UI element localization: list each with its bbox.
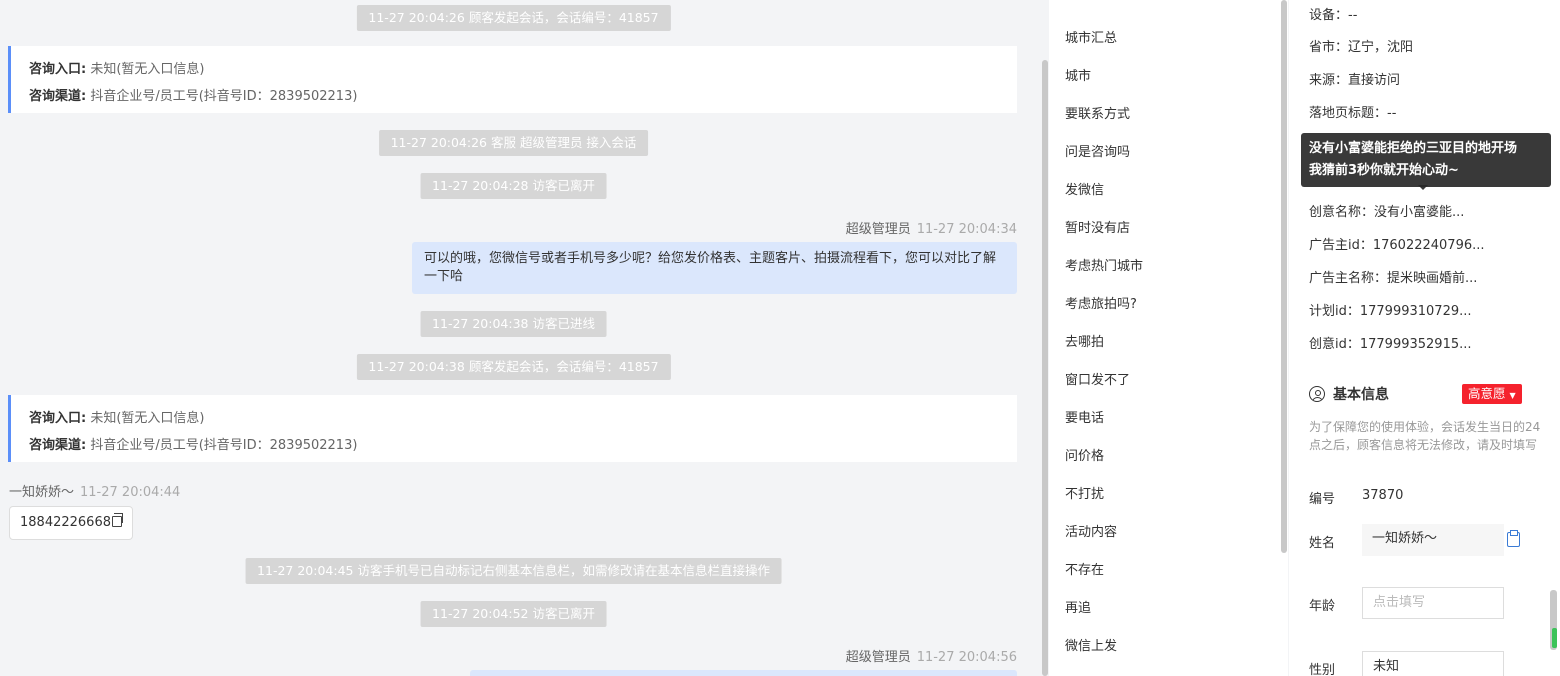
quick-reply-item[interactable]: 再追 bbox=[1065, 597, 1091, 616]
channel-value: 抖音企业号/员工号(抖音号ID：2839502213) bbox=[90, 89, 358, 104]
caret-down-icon: ▼ bbox=[1509, 391, 1516, 400]
system-message: 11-27 20:04:45 访客手机号已自动标记右侧基本信息栏，如需修改请在基… bbox=[245, 558, 782, 584]
intent-badge-label: 高意愿 bbox=[1468, 386, 1506, 401]
chat-panel: 11-27 20:04:26 顾客发起会话，会话编号：41857 咨询入口: 未… bbox=[0, 0, 1027, 676]
landing-title-info: 落地页标题：-- bbox=[1309, 106, 1397, 121]
quick-reply-item[interactable]: 窗口发不了 bbox=[1065, 369, 1130, 388]
gender-select[interactable]: 未知 bbox=[1362, 651, 1504, 676]
tooltip-arrow bbox=[1418, 185, 1428, 190]
message-time: 11-27 20:04:34 bbox=[916, 222, 1017, 237]
visitor-name: 一知娇娇～ bbox=[9, 485, 75, 500]
phone-number: 18842226668 bbox=[20, 515, 111, 530]
quick-reply-item[interactable]: 发微信 bbox=[1065, 179, 1104, 198]
quick-reply-item[interactable]: 活动内容 bbox=[1065, 521, 1117, 540]
basic-info-title: 基本信息 bbox=[1333, 387, 1389, 403]
quick-reply-item[interactable]: 要电话 bbox=[1065, 407, 1104, 426]
advertiser-id-info[interactable]: 广告主id：176022240796... bbox=[1309, 234, 1485, 253]
outgoing-message: 可以的哦，您微信号或者手机号多少呢？给您发价格表、主题客片、拍摄流程看下，您可以… bbox=[412, 242, 1017, 294]
gender-label: 性别 bbox=[1309, 663, 1336, 676]
quick-reply-item[interactable]: 考虑热门城市 bbox=[1065, 255, 1143, 274]
system-message: 11-27 20:04:52 访客已离开 bbox=[420, 601, 607, 627]
creative-id-info[interactable]: 创意id：177999352915... bbox=[1309, 333, 1472, 352]
quick-reply-item[interactable]: 问价格 bbox=[1065, 445, 1104, 464]
incoming-message[interactable]: 18842226668 bbox=[9, 506, 133, 540]
creative-name-tooltip: 没有小富婆能拒绝的三亚目的地开场 我猜前3秒你就开始心动~ bbox=[1301, 133, 1551, 187]
creative-name-info[interactable]: 创意名称：没有小富婆能... bbox=[1309, 201, 1464, 220]
intent-badge[interactable]: 高意愿 ▼ bbox=[1462, 384, 1522, 404]
entry-label: 咨询入口: bbox=[29, 62, 87, 77]
scroll-indicator bbox=[1552, 628, 1557, 648]
channel-value: 抖音企业号/员工号(抖音号ID：2839502213) bbox=[90, 438, 358, 453]
entry-value: 未知(暂无入口信息) bbox=[90, 411, 205, 426]
system-message: 11-27 20:04:28 访客已离开 bbox=[420, 173, 607, 199]
system-message: 11-27 20:04:38 访客已进线 bbox=[420, 311, 607, 337]
id-label: 编号 bbox=[1309, 492, 1336, 507]
quick-reply-item[interactable]: 暂时没有店 bbox=[1065, 217, 1130, 236]
quick-reply-item[interactable]: 问是咨询吗 bbox=[1065, 141, 1130, 160]
message-time: 11-27 20:04:44 bbox=[80, 485, 181, 500]
age-field[interactable]: 点击填写 bbox=[1362, 587, 1504, 619]
id-value: 37870 bbox=[1362, 488, 1404, 503]
copy-icon[interactable] bbox=[111, 513, 123, 527]
plan-id-info[interactable]: 计划id：177999310729... bbox=[1309, 300, 1472, 319]
channel-label: 咨询渠道: bbox=[29, 89, 87, 104]
name-field[interactable]: 一知娇娇～ bbox=[1362, 524, 1504, 556]
system-message: 11-27 20:04:38 顾客发起会话，会话编号：41857 bbox=[356, 354, 671, 380]
visitor-meta: 一知娇娇～ 11-27 20:04:44 bbox=[9, 481, 180, 500]
source-info: 来源：直接访问 bbox=[1309, 73, 1401, 88]
age-label: 年龄 bbox=[1309, 599, 1336, 614]
clipboard-icon[interactable] bbox=[1507, 530, 1520, 547]
province-info: 省市：辽宁，沈阳 bbox=[1309, 40, 1414, 55]
entry-label: 咨询入口: bbox=[29, 411, 87, 426]
quick-reply-item[interactable]: 不打扰 bbox=[1065, 483, 1104, 502]
quick-reply-item[interactable]: 城市汇总 bbox=[1065, 27, 1117, 46]
quick-reply-list: 城市汇总 城市 要联系方式 问是咨询吗 发微信 暂时没有店 考虑热门城市 考虑旅… bbox=[1049, 0, 1288, 676]
agent-meta: 超级管理员 11-27 20:04:56 bbox=[846, 646, 1017, 665]
tooltip-line: 没有小富婆能拒绝的三亚目的地开场 bbox=[1309, 141, 1518, 156]
agent-name: 超级管理员 bbox=[845, 222, 911, 237]
system-message: 11-27 20:04:26 客服 超级管理员 接入会话 bbox=[378, 130, 649, 156]
tooltip-line: 我猜前3秒你就开始心动~ bbox=[1309, 163, 1459, 178]
channel-label: 咨询渠道: bbox=[29, 438, 87, 453]
basic-info-header: 基本信息 bbox=[1309, 384, 1389, 404]
agent-name: 超级管理员 bbox=[845, 650, 911, 665]
quick-reply-item[interactable]: 考虑旅拍吗? bbox=[1065, 293, 1137, 312]
quick-reply-item[interactable]: 不存在 bbox=[1065, 559, 1104, 578]
quick-reply-scrollbar[interactable] bbox=[1281, 0, 1287, 553]
quick-reply-item[interactable]: 城市 bbox=[1065, 65, 1091, 84]
quick-reply-item[interactable]: 去哪拍 bbox=[1065, 331, 1104, 350]
name-label: 姓名 bbox=[1309, 536, 1336, 551]
device-info: 设备：-- bbox=[1309, 8, 1358, 23]
system-message: 11-27 20:04:26 顾客发起会话，会话编号：41857 bbox=[356, 5, 671, 31]
quick-reply-item[interactable]: 要联系方式 bbox=[1065, 103, 1130, 122]
chat-scrollbar[interactable] bbox=[1042, 60, 1048, 676]
consult-info-card: 咨询入口: 未知(暂无入口信息) 咨询渠道: 抖音企业号/员工号(抖音号ID：2… bbox=[8, 46, 1017, 113]
user-circle-icon bbox=[1309, 386, 1325, 402]
edit-notice: 为了保障您的使用体验，会话发生当日的24点之后，顾客信息将无法修改，请及时填写 bbox=[1309, 420, 1541, 452]
quick-reply-item[interactable]: 微信上发 bbox=[1065, 635, 1117, 654]
advertiser-name-info[interactable]: 广告主名称：提米映画婚前... bbox=[1309, 267, 1477, 286]
consult-info-card: 咨询入口: 未知(暂无入口信息) 咨询渠道: 抖音企业号/员工号(抖音号ID：2… bbox=[8, 395, 1017, 462]
customer-info-panel: 设备：-- 省市：辽宁，沈阳 来源：直接访问 落地页标题：-- 创意名称：没有小… bbox=[1289, 0, 1560, 676]
entry-value: 未知(暂无入口信息) bbox=[90, 62, 205, 77]
outgoing-message bbox=[470, 670, 1017, 676]
agent-meta: 超级管理员 11-27 20:04:34 bbox=[846, 218, 1017, 237]
message-time: 11-27 20:04:56 bbox=[916, 650, 1017, 665]
